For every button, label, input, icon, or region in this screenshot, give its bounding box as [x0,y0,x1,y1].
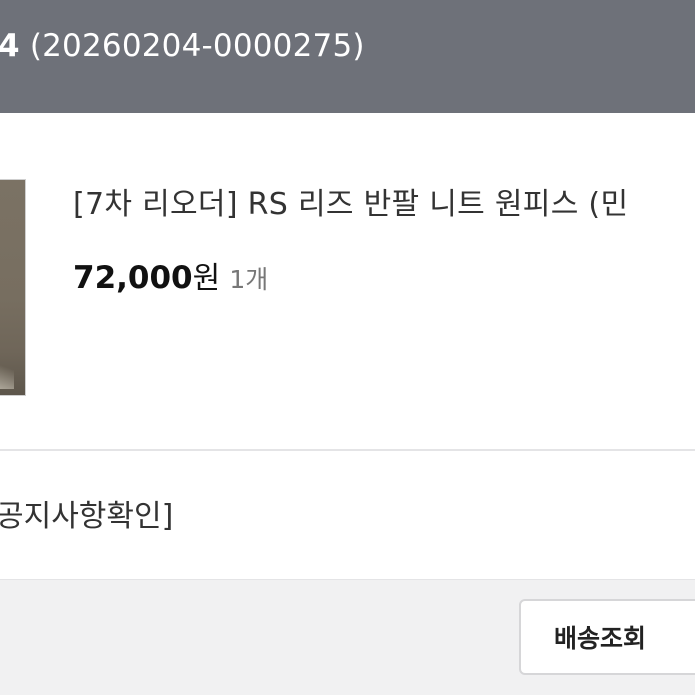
notice-row: 공지사항확인] [0,451,695,579]
product-quantity: 1개 [229,265,269,294]
notice-text: 공지사항확인] [0,499,174,534]
track-delivery-button[interactable]: 배송조회 [519,599,695,675]
product-price: 72,000 [73,260,193,296]
price-row: 72,000원 1개 [73,253,268,297]
price-currency: 원 [192,261,221,296]
product-name[interactable]: [7차 리오더] RS 리즈 반팔 니트 원피스 (민 [73,179,628,223]
order-header: 4 (20260204-0000275) [0,0,695,113]
product-thumbnail-highlight [0,349,14,389]
product-item[interactable]: [7차 리오더] RS 리즈 반팔 니트 원피스 (민 72,000원 1개 [0,113,695,449]
order-number-value: (20260204-0000275) [29,28,365,64]
order-number: 4 (20260204-0000275) [0,28,365,64]
order-actions: 배송조회 [0,580,695,695]
order-number-prefix: 4 [0,28,20,64]
